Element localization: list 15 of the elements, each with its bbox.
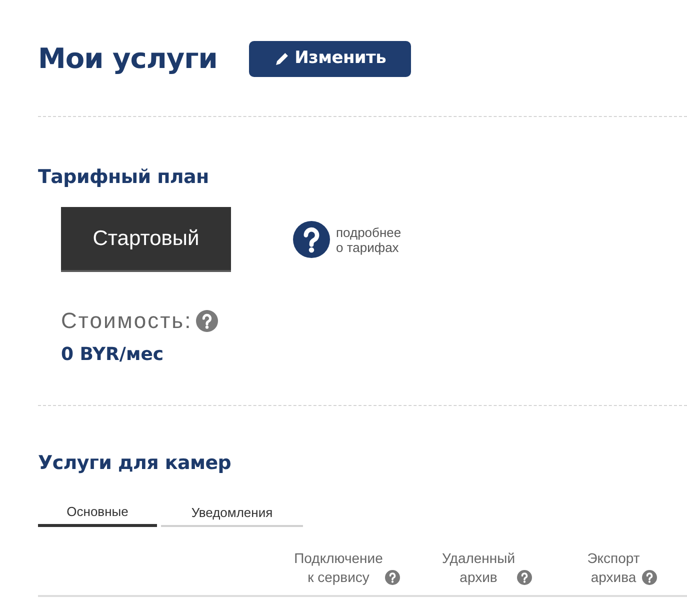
section-heading: Услуги для камер xyxy=(38,451,232,476)
pencil-icon xyxy=(274,52,289,66)
help-icon[interactable] xyxy=(293,221,330,258)
column-header: Экспорт архива xyxy=(587,549,640,587)
cost-value: 0 BYR/мес xyxy=(61,343,165,367)
tab[interactable]: Основные xyxy=(38,500,157,527)
column-header: Удаленный архив xyxy=(442,549,516,587)
edit-button[interactable]: Изменить xyxy=(249,41,412,77)
page-title: Мои услуги xyxy=(38,41,218,77)
tab[interactable]: Уведомления xyxy=(161,500,303,527)
tariff-info-link[interactable]: подробнее о тарифах xyxy=(336,224,402,254)
column-header: Подключение к сервису xyxy=(294,549,383,587)
cost-label: Стоимость: xyxy=(61,308,192,334)
current-plan-tile: Стартовый xyxy=(61,207,231,272)
section-heading: Тарифный план xyxy=(38,165,210,190)
